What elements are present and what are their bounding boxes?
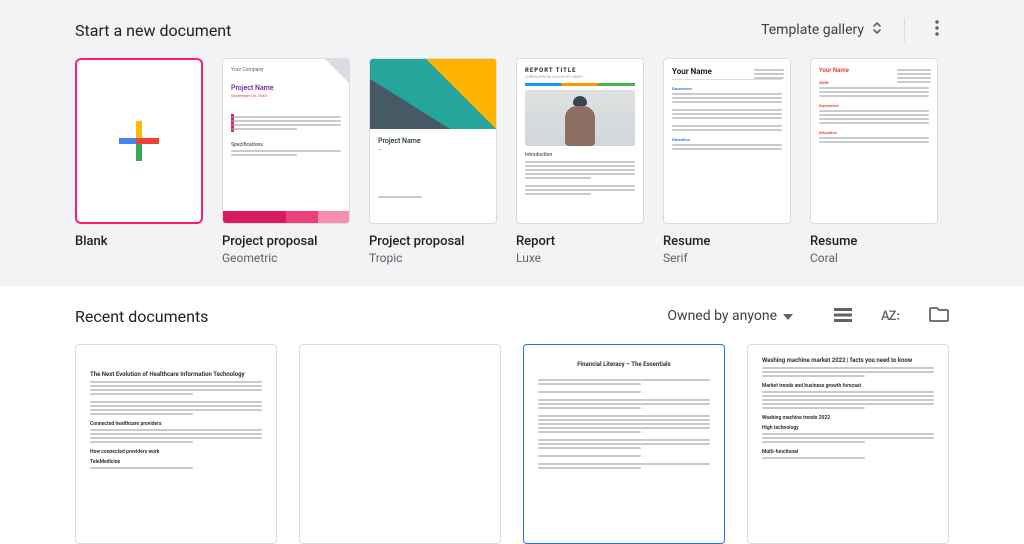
more-options-button[interactable] [925,18,949,42]
view-controls: AZ [833,306,949,326]
template-title: Blank [75,234,203,251]
folder-icon [929,306,949,326]
template-thumb: Your Name Skills Experience Education [810,58,938,224]
owned-by-filter[interactable]: Owned by anyone [667,308,793,324]
template-project-proposal-geometric[interactable]: Your Company Project Name September 04, … [222,58,350,266]
template-report-luxe[interactable]: REPORT TITLE LOREM IPSUM DOLOR SIT AMET … [516,58,644,266]
recent-docs-row: The Next Evolution of Healthcare Informa… [75,344,949,544]
doc-card-financial-literacy[interactable]: Financial Literacy – The Essentials [523,344,725,544]
recent-header: Recent documents Owned by anyone AZ [75,306,949,326]
doc-heading: Multi-functional [762,449,934,455]
more-vert-icon [935,20,939,40]
tpl-name: Project Name [231,84,341,93]
open-file-picker-button[interactable] [929,306,949,326]
template-subtitle: Geometric [222,251,350,267]
doc-card-healthcare[interactable]: The Next Evolution of Healthcare Informa… [75,344,277,544]
start-header: Start a new document Template gallery [75,18,949,42]
start-new-document-section: Start a new document Template gallery [0,0,1024,286]
tpl-exp: Experience [672,86,782,91]
doc-card-blank[interactable] [299,344,501,544]
tpl-edu: Education [819,130,929,135]
doc-heading: Washing machine trends 2022 [762,415,934,421]
list-view-button[interactable] [833,306,853,326]
template-thumb: REPORT TITLE LOREM IPSUM DOLOR SIT AMET … [516,58,644,224]
template-subtitle: Tropic [369,251,497,267]
template-title: Project proposal [222,234,350,251]
plus-icon [77,60,201,222]
doc-heading: Connected healthcare providers [90,421,262,427]
tpl-report-sub: LOREM IPSUM DOLOR SIT AMET [525,74,635,79]
tpl-intro: Introduction [525,152,635,159]
start-title: Start a new document [75,21,231,40]
sort-az-label: AZ [881,309,895,324]
template-gallery-label: Template gallery [761,22,864,38]
owned-by-label: Owned by anyone [667,308,777,324]
template-thumb: Your Company Project Name September 04, … [222,58,350,224]
doc-heading: How connected providers work [90,449,262,455]
tpl-report-title: REPORT TITLE [525,67,635,74]
template-title: Resume [663,234,791,251]
template-title: Resume [810,234,938,251]
list-icon [834,307,852,326]
doc-heading: Market trends and business growth foreca… [762,383,934,389]
header-right: Template gallery [761,18,949,42]
template-subtitle: Serif [663,251,791,267]
templates-row: Blank Your Company Project Name Septembe… [75,58,949,266]
doc-title: Washing machine market 2022 | facts you … [762,357,934,364]
template-subtitle: Luxe [516,251,644,267]
template-thumb: Project Name — [369,58,497,224]
template-gallery-button[interactable]: Template gallery [761,20,884,40]
template-project-proposal-tropic[interactable]: Project Name — Project proposal Tropic [369,58,497,266]
sort-az-button[interactable]: AZ [881,306,901,326]
template-thumb-blank [75,58,203,224]
template-title: Project proposal [369,234,497,251]
template-title: Report [516,234,644,251]
template-resume-coral[interactable]: Your Name Skills Experience Education Re… [810,58,938,266]
tpl-spec: Specifications [231,142,341,149]
doc-heading: TeleMedicine [90,459,262,465]
template-resume-serif[interactable]: Your Name Experience Education Resume Se… [663,58,791,266]
recent-documents-section: Recent documents Owned by anyone AZ [0,286,1024,544]
doc-card-washing-machine[interactable]: Washing machine market 2022 | facts you … [747,344,949,544]
template-blank[interactable]: Blank [75,58,203,266]
doc-title: The Next Evolution of Healthcare Informa… [90,371,262,378]
dropdown-arrow-icon [783,308,793,324]
template-subtitle: Coral [810,251,938,267]
recent-title: Recent documents [75,307,208,326]
divider [904,18,905,42]
doc-heading: High technology [762,425,934,431]
doc-title: Financial Literacy – The Essentials [538,361,710,368]
tpl-exp: Experience [819,103,929,108]
tpl-name: Project Name [378,137,488,145]
unfold-icon [870,20,884,40]
tpl-edu: Education [672,137,782,142]
template-thumb: Your Name Experience Education [663,58,791,224]
